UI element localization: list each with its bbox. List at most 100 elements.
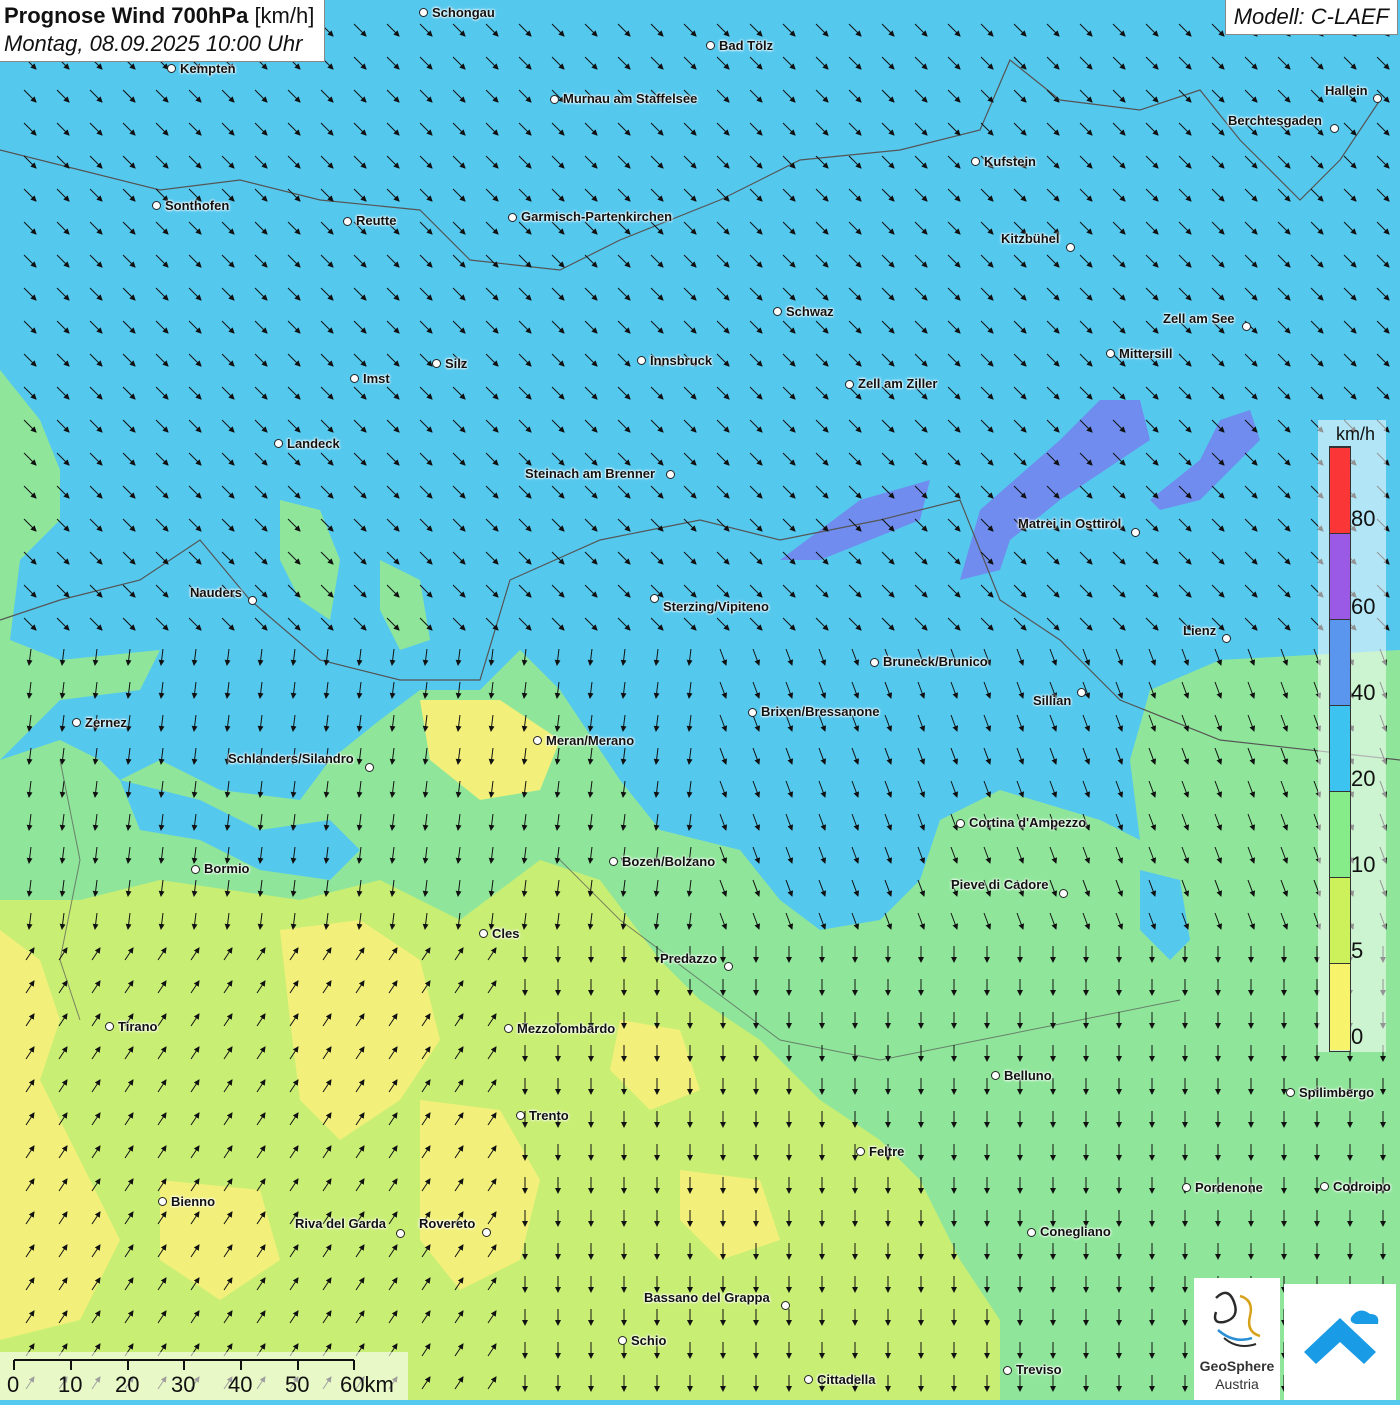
legend-label-5: 5 xyxy=(1351,938,1364,963)
city-label: Mittersill xyxy=(1119,346,1173,361)
city-marker xyxy=(666,470,675,479)
city-marker xyxy=(1059,889,1068,898)
city-label: Sterzing/Vipiteno xyxy=(663,599,769,614)
city-label: Innsbruck xyxy=(650,353,713,368)
city-label: Kufstein xyxy=(984,154,1036,169)
city-marker xyxy=(1286,1088,1295,1097)
city-marker xyxy=(1182,1183,1191,1192)
city-marker xyxy=(365,763,374,772)
city-label: Zell am See xyxy=(1163,311,1235,326)
city-marker xyxy=(618,1336,627,1345)
city-marker xyxy=(350,374,359,383)
city-marker xyxy=(1242,322,1251,331)
city-marker xyxy=(845,380,854,389)
city-label: Schongau xyxy=(432,5,495,20)
city-marker xyxy=(167,64,176,73)
city-marker xyxy=(191,865,200,874)
scale-label-0: 0 xyxy=(7,1372,20,1397)
city-marker xyxy=(1003,1366,1012,1375)
scale-label-10: 10 xyxy=(58,1372,83,1397)
scale-label-40: 40 xyxy=(228,1372,253,1397)
city-marker xyxy=(482,1228,491,1237)
city-marker xyxy=(152,201,161,210)
city-label: Trento xyxy=(529,1108,569,1123)
city-label: Reutte xyxy=(356,213,397,228)
city-label: Codroipo xyxy=(1333,1179,1391,1194)
city-label: Bozen/Bolzano xyxy=(622,854,716,869)
legend-label-0: 0 xyxy=(1351,1024,1364,1049)
city-marker xyxy=(550,95,559,104)
city-label: Murnau am Staffelsee xyxy=(563,91,698,106)
title-box: Prognose Wind 700hPa [km/h] Montag, 08.0… xyxy=(0,0,326,62)
city-marker xyxy=(1027,1228,1036,1237)
city-label: Belluno xyxy=(1004,1068,1052,1083)
city-marker xyxy=(856,1147,865,1156)
weather-app-icon xyxy=(1304,1310,1379,1364)
geosphere-logo-sub: Austria xyxy=(1215,1376,1259,1392)
legend-label-60: 60 xyxy=(1351,594,1376,619)
page-title: Prognose Wind 700hPa [km/h] xyxy=(4,3,314,29)
city-marker xyxy=(609,857,618,866)
city-marker xyxy=(1320,1182,1329,1191)
city-marker xyxy=(343,217,352,226)
city-label: Bad Tölz xyxy=(719,38,774,53)
scale-label-30: 30 xyxy=(171,1372,196,1397)
city-label: Riva del Garda xyxy=(295,1216,387,1231)
legend-seg-0 xyxy=(1330,963,1350,1050)
city-marker xyxy=(773,307,782,316)
city-label: Mezzolombardo xyxy=(517,1021,616,1036)
city-label: Bruneck/Brunico xyxy=(883,654,988,669)
scale-label-20: 20 xyxy=(115,1372,140,1397)
city-label: Bassano del Grappa xyxy=(644,1290,770,1305)
app-logo[interactable] xyxy=(1284,1284,1396,1400)
legend-label-80: 80 xyxy=(1351,506,1376,531)
city-label: Matrei in Osttirol xyxy=(1018,516,1122,531)
city-marker xyxy=(706,41,715,50)
legend-label-10: 10 xyxy=(1351,852,1376,877)
city-marker xyxy=(1131,528,1140,537)
city-marker xyxy=(248,596,257,605)
city-marker xyxy=(516,1111,525,1120)
forecast-datetime: Montag, 08.09.2025 10:00 Uhr xyxy=(4,31,303,56)
geosphere-logo[interactable]: GeoSphere Austria xyxy=(1194,1278,1280,1400)
legend-seg-60 xyxy=(1330,533,1350,620)
city-label: Kitzbühel xyxy=(1001,231,1060,246)
city-label: Treviso xyxy=(1016,1362,1062,1377)
legend-label-20: 20 xyxy=(1351,766,1376,791)
city-marker xyxy=(724,962,733,971)
city-label: Imst xyxy=(363,371,390,386)
model-label: Modell: C-LAEF xyxy=(1224,0,1398,35)
city-label: Sillian xyxy=(1033,693,1072,708)
city-label: Schio xyxy=(631,1333,667,1348)
title-bold: Prognose Wind 700hPa xyxy=(4,3,249,28)
city-label: Bienno xyxy=(171,1194,216,1209)
scale-label-50: 50 xyxy=(285,1372,310,1397)
city-label: Bormio xyxy=(204,861,250,876)
city-label: Silz xyxy=(445,356,468,371)
legend-label-40: 40 xyxy=(1351,680,1376,705)
city-marker xyxy=(508,213,517,222)
city-label: Tirano xyxy=(118,1019,158,1034)
legend-seg-5 xyxy=(1330,877,1350,964)
city-marker xyxy=(1077,688,1086,697)
city-label: Pordenone xyxy=(1195,1180,1263,1195)
city-label: Spilimbergo xyxy=(1299,1085,1375,1100)
city-label: Nauders xyxy=(190,585,243,600)
city-marker xyxy=(870,658,879,667)
city-marker xyxy=(479,929,488,938)
city-label: Conegliano xyxy=(1040,1224,1111,1239)
city-label: Zernez xyxy=(85,715,127,730)
city-marker xyxy=(991,1071,1000,1080)
city-marker xyxy=(504,1024,513,1033)
city-label: Feltre xyxy=(869,1144,905,1159)
city-label: Predazzo xyxy=(660,951,718,966)
city-marker xyxy=(971,157,980,166)
city-label: Brixen/Bressanone xyxy=(761,704,880,719)
city-label: Landeck xyxy=(287,436,340,451)
city-label: Berchtesgaden xyxy=(1228,113,1322,128)
city-label: Schlanders/Silandro xyxy=(228,751,354,766)
city-label: Cles xyxy=(492,926,520,941)
city-marker xyxy=(1106,349,1115,358)
city-marker xyxy=(781,1301,790,1310)
city-label: Cittadella xyxy=(817,1372,876,1387)
